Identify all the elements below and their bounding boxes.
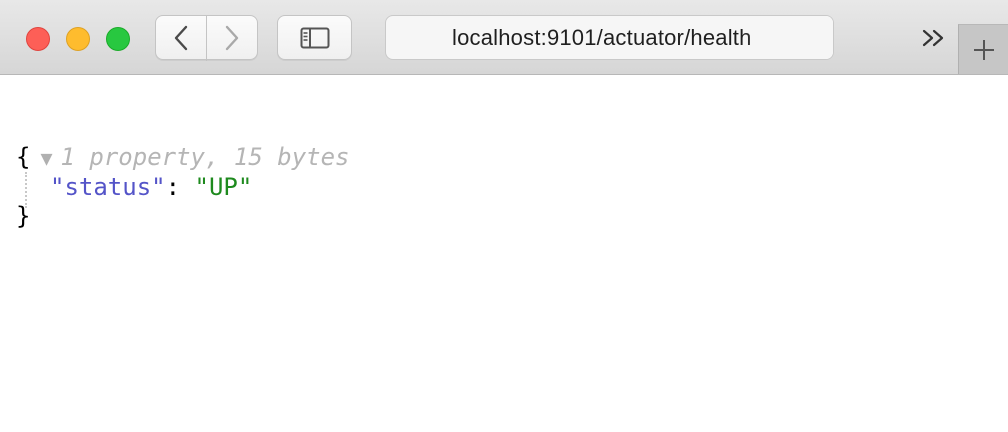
new-tab-button[interactable] (958, 24, 1008, 74)
maximize-window-icon[interactable] (106, 27, 130, 51)
browser-toolbar: localhost:9101/actuator/health (0, 0, 1008, 75)
address-fade (743, 16, 833, 59)
json-viewer: { ▼ 1 property, 15 bytes "status": "UP" } (0, 76, 1008, 432)
minimize-window-icon[interactable] (66, 27, 90, 51)
sidebar-icon (300, 27, 329, 48)
browser-window: localhost:9101/actuator/health { ▼ 1 prope… (0, 0, 1008, 432)
json-open-brace: { (16, 143, 31, 171)
json-value: "UP" (194, 173, 253, 201)
double-chevron-right-icon (922, 29, 944, 47)
json-root-line: { ▼ 1 property, 15 bytes (16, 142, 349, 173)
json-close-line: } (16, 201, 30, 231)
sidebar-toggle-button[interactable] (277, 15, 352, 60)
address-bar[interactable]: localhost:9101/actuator/health (385, 15, 834, 60)
json-key: "status" (50, 173, 166, 201)
plus-icon (973, 39, 994, 60)
toolbar-overflow-button[interactable] (918, 24, 950, 52)
chevron-left-icon (174, 25, 188, 50)
chevron-right-icon (225, 25, 239, 50)
json-summary: 1 property, 15 bytes (60, 143, 350, 171)
close-window-icon[interactable] (26, 27, 50, 51)
back-button[interactable] (155, 15, 207, 60)
json-close-brace: } (16, 202, 31, 230)
forward-button[interactable] (206, 15, 258, 60)
collapse-toggle-icon[interactable]: ▼ (40, 146, 52, 170)
address-url: localhost:9101/actuator/health (452, 24, 752, 50)
json-colon: : (165, 173, 181, 201)
json-property-line: "status": "UP" (50, 172, 252, 202)
